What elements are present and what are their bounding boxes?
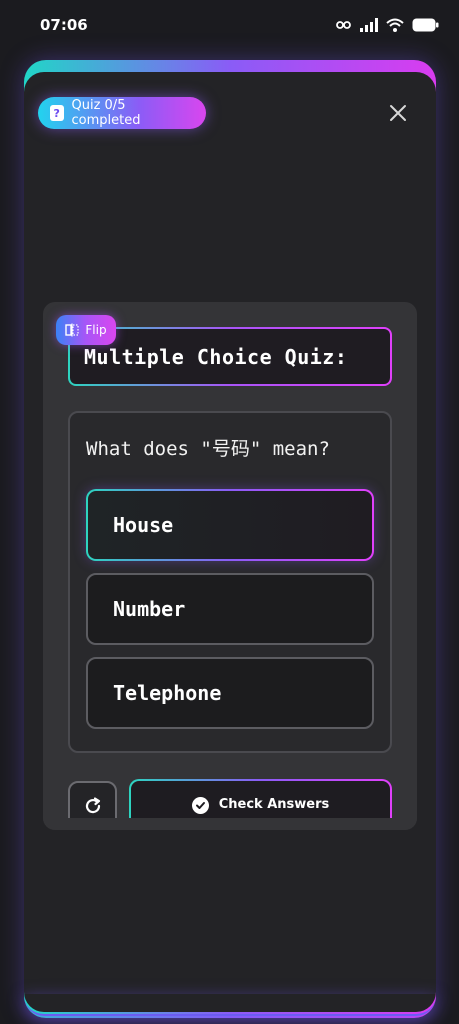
close-icon xyxy=(390,105,406,121)
close-button[interactable] xyxy=(386,101,410,125)
quiz-title: Multiple Choice Quiz: xyxy=(84,344,348,369)
wifi-icon xyxy=(386,18,404,32)
card-bottom-edge xyxy=(43,818,417,830)
quiz-progress-label: Quiz 0/5 completed xyxy=(71,98,141,128)
flip-label: Flip xyxy=(85,323,107,337)
signal-icon xyxy=(360,18,378,32)
quiz-title-box: Multiple Choice Quiz: xyxy=(68,327,392,386)
quiz-icon: ? xyxy=(50,105,64,121)
key-icon xyxy=(336,21,351,29)
status-bar: 07:06 xyxy=(0,0,459,50)
flip-button[interactable]: Flip xyxy=(56,315,116,345)
battery-icon xyxy=(412,18,439,32)
option-telephone[interactable]: Telephone xyxy=(86,657,374,729)
refresh-icon xyxy=(85,796,100,813)
check-circle-icon xyxy=(191,797,209,814)
status-time: 07:06 xyxy=(40,16,88,34)
option-number[interactable]: Number xyxy=(86,573,374,645)
option-label: Number xyxy=(113,597,186,621)
check-answers-label: Check Answers xyxy=(218,797,330,812)
quiz-progress-badge: ? Quiz 0/5 completed xyxy=(38,97,206,129)
sheet-bottom-border xyxy=(24,994,436,1016)
option-label: Telephone xyxy=(113,681,222,705)
option-label: House xyxy=(113,513,174,537)
status-icons xyxy=(336,18,439,32)
option-house[interactable]: House xyxy=(86,489,374,561)
flip-icon xyxy=(65,323,80,337)
question-text: What does "号码" mean? xyxy=(86,438,330,460)
